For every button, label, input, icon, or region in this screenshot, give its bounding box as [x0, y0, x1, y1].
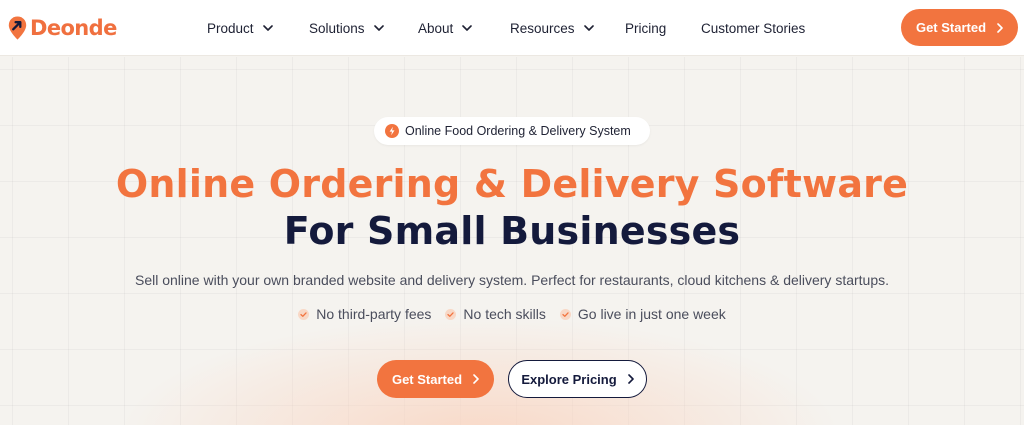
hero-title-line-2: For Small Businesses [283, 209, 741, 253]
chevron-down-icon [373, 25, 384, 31]
nav-item-label: Customer Stories [701, 20, 806, 36]
hero-title-line-1: Online Ordering & Delivery Software [115, 162, 909, 206]
check-icon [445, 308, 457, 320]
location-pin-icon [8, 16, 27, 40]
explore-pricing-button[interactable]: Explore Pricing [508, 360, 647, 398]
header-get-started-button[interactable]: Get Started [901, 9, 1018, 46]
button-label: Get Started [915, 20, 987, 35]
nav-item-customer-stories[interactable]: Customer Stories [701, 18, 805, 38]
nav-item-about[interactable]: About [418, 18, 473, 38]
get-started-button[interactable]: Get Started [377, 360, 494, 398]
chevron-down-icon [583, 25, 594, 31]
nav-item-pricing[interactable]: Pricing [625, 18, 666, 38]
feature-item: No third-party fees [298, 306, 431, 322]
button-label: Get Started [391, 371, 463, 387]
feature-label: Go live in just one week [577, 306, 726, 322]
button-label: Explore Pricing [521, 371, 617, 387]
hero-subtitle: Sell online with your own branded websit… [134, 272, 890, 288]
logo[interactable]: Deonde [8, 14, 117, 42]
nav-item-label: Product [207, 20, 254, 36]
chevron-down-icon [462, 25, 473, 31]
feature-item: Go live in just one week [559, 306, 726, 322]
chevron-down-icon [262, 25, 273, 31]
nav-item-solutions[interactable]: Solutions [309, 18, 384, 38]
feature-item: No tech skills [445, 306, 546, 322]
feature-list: No third-party fees No tech skills Go li… [0, 306, 1024, 322]
lightning-icon [385, 124, 399, 138]
nav-item-label: Resources [510, 20, 575, 36]
nav-item-product[interactable]: Product [207, 18, 273, 38]
chevron-right-icon [473, 374, 479, 384]
badge-label: Online Food Ordering & Delivery System [405, 124, 631, 138]
feature-label: No third-party fees [316, 306, 432, 322]
check-icon [298, 308, 310, 320]
site-header: Deonde Product Solutions About Resources… [0, 0, 1024, 56]
feature-label: No tech skills [463, 306, 546, 322]
nav-item-label: About [418, 20, 454, 36]
chevron-right-icon [997, 22, 1003, 33]
hero-badge: Online Food Ordering & Delivery System [374, 117, 650, 145]
nav-item-resources[interactable]: Resources [510, 18, 594, 38]
logo-text: Deonde [30, 16, 117, 40]
nav-item-label: Solutions [309, 20, 365, 36]
check-icon [559, 308, 571, 320]
chevron-right-icon [627, 374, 634, 384]
nav-item-label: Pricing [625, 20, 667, 36]
